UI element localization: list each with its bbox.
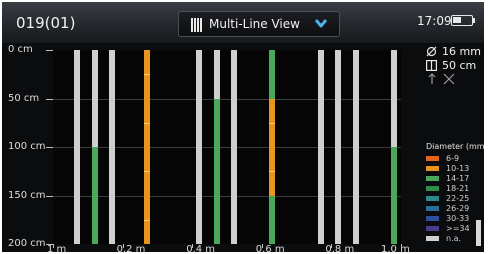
legend-swatch: [426, 216, 439, 221]
spacing-value: 50 cm: [442, 59, 477, 72]
rebar-segment: [269, 98, 276, 196]
rebar-segment: [213, 98, 220, 244]
legend-item: 10-13: [424, 164, 484, 174]
legend-swatch: [426, 186, 439, 191]
rebar-marker: [143, 122, 150, 124]
y-tick-label: 150 cm: [8, 189, 46, 201]
y-tick: [46, 98, 53, 100]
chevron-down-icon: [314, 19, 328, 28]
top-bar: 019(01) Multi-Line View 17:09: [2, 2, 484, 43]
spacing-icon: [426, 60, 437, 71]
rebar-marker: [143, 171, 150, 173]
legend-label: 22-25: [446, 194, 470, 203]
legend-swatch: [426, 166, 439, 171]
x-tick-label: 1.0 m: [381, 244, 410, 252]
x-tick-label: 0.2 m: [116, 244, 146, 252]
x-tick: [261, 244, 263, 248]
y-tick: [46, 195, 53, 197]
legend-item: 22-25: [424, 194, 484, 204]
legend-item: 30-33: [424, 214, 484, 224]
record-id: 019(01): [16, 14, 76, 32]
scan-plot-area: [53, 50, 401, 244]
x-tick: [331, 244, 333, 248]
grid-line: [53, 147, 401, 148]
view-mode-dropdown[interactable]: Multi-Line View: [178, 11, 340, 37]
legend-label: 30-33: [446, 214, 470, 223]
cross-icon: [443, 73, 455, 85]
rebar-marker: [143, 74, 150, 76]
x-tick: [192, 244, 194, 248]
x-tick-label: 0.4 m: [186, 244, 216, 252]
rebar-segment: [91, 147, 98, 244]
legend-item: 6-9: [424, 154, 484, 164]
x-tick-label: 1 m: [47, 244, 67, 252]
rebar-marker: [269, 171, 276, 173]
diameter-row: 16 mm: [426, 45, 484, 59]
x-tick-label: 0.6 m: [255, 244, 285, 252]
y-tick-label: 200 cm: [8, 238, 46, 249]
x-tick: [53, 244, 54, 248]
rebar-line: [143, 50, 150, 244]
legend-swatch: [426, 206, 439, 211]
rebar-segment: [391, 147, 398, 244]
legend-label: n.a.: [446, 234, 462, 243]
legend-label: >=34: [446, 224, 470, 233]
view-mode-label: Multi-Line View: [209, 17, 300, 31]
y-tick-label: 100 cm: [8, 141, 46, 152]
grid-line: [53, 98, 401, 100]
legend-label: 6-9: [446, 154, 460, 163]
diameter-icon: [426, 46, 437, 57]
rebar-marker: [143, 219, 150, 221]
legend-label: 10-13: [446, 164, 470, 173]
orientation-row: [426, 73, 484, 87]
clock: 17:09: [417, 14, 452, 28]
y-tick-label: 0 cm: [8, 44, 33, 55]
x-tick: [122, 244, 124, 248]
legend-label: 14-17: [446, 174, 470, 183]
up-arrow-icon: [428, 73, 436, 84]
grid-line: [53, 195, 401, 197]
rebar-line: [196, 50, 203, 244]
rebar-line: [74, 50, 81, 244]
legend-item: 18-21: [424, 184, 484, 194]
rebar-line: [335, 50, 342, 244]
device-screen: 019(01) Multi-Line View 17:09 0 cm 50 cm 1…: [2, 2, 484, 252]
legend-label: 18-21: [446, 184, 470, 193]
legend-item: >=34: [424, 224, 484, 234]
rebar-line: [230, 50, 237, 244]
y-tick: [46, 50, 53, 51]
legend-swatch: [426, 176, 439, 181]
rebar-marker: [269, 122, 276, 124]
legend-item: 26-29: [424, 204, 484, 214]
diameter-value: 16 mm: [442, 45, 481, 58]
y-tick: [46, 147, 53, 148]
legend-swatch: [426, 156, 439, 161]
rebar-line: [317, 50, 324, 244]
rebar-line: [109, 50, 116, 244]
y-tick-label: 50 cm: [8, 92, 40, 104]
legend-swatch: [426, 196, 439, 201]
multi-line-view-icon: [191, 18, 203, 32]
legend-item: 14-17: [424, 174, 484, 184]
battery-level: [453, 17, 461, 23]
rebar-line: [352, 50, 359, 244]
x-tick: [401, 244, 402, 248]
legend-swatch: [426, 226, 439, 231]
legend-item: n.a.: [424, 234, 484, 244]
legend-title: Diameter (mm: [426, 142, 484, 151]
battery-terminal: [473, 18, 475, 23]
legend-swatch: [426, 236, 439, 241]
scroll-indicator: [476, 220, 481, 246]
legend-label: 26-29: [446, 204, 470, 213]
spacing-row: 50 cm: [426, 59, 484, 73]
battery-icon: [451, 15, 473, 26]
x-tick-label: 0.8 m: [325, 244, 355, 252]
